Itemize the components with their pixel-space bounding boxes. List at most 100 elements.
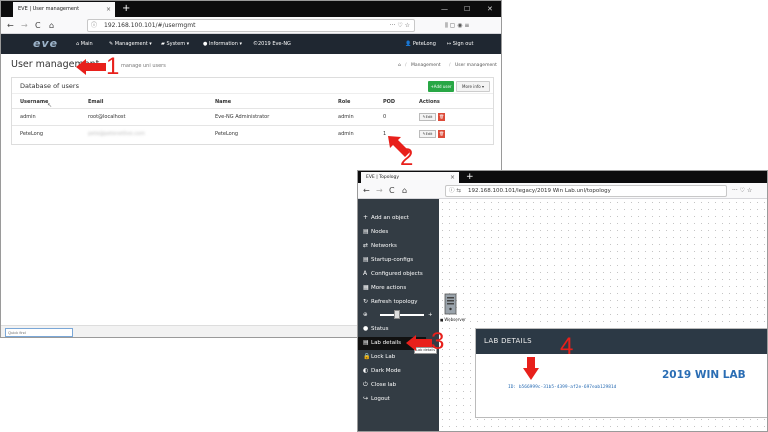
breadcrumb-separator: / (449, 63, 451, 68)
page-info-icon[interactable]: ⓘ ⇆ (449, 186, 461, 196)
users-panel: Database of users +Add user More info ▾ … (11, 77, 494, 145)
home-icon[interactable]: ⌂ (49, 17, 54, 34)
edit-button[interactable]: ✎Edit (419, 113, 436, 121)
server-node-icon[interactable] (444, 293, 457, 315)
page-title: User management (11, 59, 100, 70)
panel-header: Database of users +Add user More info ▾ (12, 78, 493, 94)
cell-role: admin (338, 114, 354, 120)
eve-logo[interactable]: eve (33, 36, 58, 51)
lab-details-header: LAB DETAILS (476, 329, 767, 354)
back-icon[interactable]: ← (7, 17, 14, 34)
sidebar-item-close-lab[interactable]: ⏻ Close lab (363, 379, 396, 391)
column-header-actions: Actions (419, 99, 440, 105)
nav-information[interactable]: ● Information ▾ (203, 34, 242, 54)
topology-window: EVE | Topology × + ← → C ⌂ ⓘ ⇆ 192.168.1… (357, 170, 768, 432)
tab-title: EVE | User management (18, 6, 80, 12)
sidebar-item-status[interactable]: ● Status (363, 323, 389, 335)
cell-name: Eve-NG Administrator (215, 114, 270, 120)
sidebar-item-add-object[interactable]: + Add an object (363, 212, 409, 224)
table-row: admin root@localhost Eve-NG Administrato… (12, 109, 493, 125)
url-text: 192.168.100.101/legacy/2019 Win Lab.unl/… (468, 188, 611, 194)
forward-icon[interactable]: → (376, 183, 383, 199)
plus-icon: + (363, 214, 369, 221)
nav-main[interactable]: ⌂ Main (76, 34, 93, 54)
page-info-icon[interactable]: ⓘ (91, 20, 97, 31)
delete-button[interactable]: 🗑 (438, 113, 445, 121)
page-actions-icon[interactable]: ··· ♡ ☆ (732, 183, 752, 199)
sidebar-item-logout[interactable]: ↪ Logout (363, 393, 390, 405)
nav-management[interactable]: ✎ Management ▾ (109, 34, 152, 54)
breadcrumb-home-icon[interactable]: ⌂ (398, 63, 401, 68)
nav-user[interactable]: 👤 PeteLong (405, 34, 436, 54)
tab-topology[interactable]: EVE | Topology × (361, 172, 459, 183)
new-tab-button[interactable]: + (122, 2, 130, 16)
delete-button[interactable]: 🗑 (438, 130, 445, 138)
logout-icon: ↪ (363, 395, 369, 402)
more-info-button[interactable]: More info ▾ (456, 81, 490, 92)
nodes-icon: ▤ (363, 228, 369, 235)
sidebar-item-nodes[interactable]: ▤ Nodes (363, 226, 388, 238)
forward-icon[interactable]: → (21, 17, 28, 34)
sidebar-item-lock-lab[interactable]: 🔒Lock Lab (363, 351, 395, 363)
add-user-button[interactable]: +Add user (428, 81, 454, 92)
table-row: PeteLong pete@petenetlive.com PeteLong a… (12, 126, 493, 142)
sidebar-item-lab-details[interactable]: ▤ Lab details (363, 337, 401, 349)
moon-icon: ◐ (363, 367, 369, 374)
tab-close-icon[interactable]: × (450, 172, 455, 183)
refresh-icon: ↻ (363, 298, 369, 305)
nav-signout[interactable]: ↦ Sign out (447, 34, 473, 54)
server-node-label[interactable]: ■ Webserver (440, 317, 466, 322)
grid-icon: ▦ (363, 284, 369, 291)
sidebar-item-more-actions[interactable]: ▦ More actions (363, 282, 406, 294)
user-icon: 👤 (405, 41, 413, 47)
nav-system[interactable]: ▰ System ▾ (161, 34, 189, 54)
lab-name: 2019 WIN LAB (662, 369, 746, 381)
tab-bar: EVE | Topology × + (358, 171, 767, 183)
cell-email: root@localhost (88, 114, 126, 120)
breadcrumb-management[interactable]: Management (411, 63, 441, 68)
page-actions-icon[interactable]: ··· ♡ ☆ (390, 20, 410, 31)
address-toolbar: ← → C ⌂ ⓘ 192.168.100.101/#/usermgmt ···… (1, 17, 501, 34)
column-header-email[interactable]: Email (88, 99, 103, 105)
cell-role: admin (338, 131, 354, 137)
edit-button[interactable]: ✎Edit (419, 130, 436, 138)
lab-id: ID: b566999c-31b5-4399-af2e-697eab12981d (508, 385, 617, 390)
zoom-slider-track[interactable] (380, 314, 424, 316)
sidebar-item-startup-configs[interactable]: ▤ Startup-configs (363, 254, 413, 266)
configs-icon: ▤ (363, 256, 369, 263)
new-tab-button[interactable]: + (466, 171, 474, 183)
maximize-icon[interactable]: ☐ (464, 3, 470, 15)
cell-pod: 0 (383, 114, 387, 120)
minimize-icon[interactable]: — (441, 3, 448, 15)
reload-icon[interactable]: C (389, 183, 395, 199)
back-icon[interactable]: ← (363, 183, 370, 199)
breadcrumb-current: User management (455, 63, 497, 68)
tab-close-icon[interactable]: × (106, 2, 111, 17)
close-window-icon[interactable]: ✕ (487, 3, 493, 15)
zoom-out-icon[interactable]: ⊕ (363, 309, 368, 321)
sidebar-item-dark-mode[interactable]: ◐ Dark Mode (363, 365, 401, 377)
tab-title: EVE | Topology (366, 175, 400, 180)
quick-find-input[interactable] (5, 328, 73, 337)
column-header-username[interactable]: Username (20, 99, 48, 105)
cell-name: PeteLong (215, 131, 239, 137)
tab-user-management[interactable]: EVE | User management × (13, 2, 115, 17)
cell-username: admin (20, 114, 36, 120)
cell-email-blurred: pete@petenetlive.com (88, 131, 145, 137)
sidebar-item-refresh-topology[interactable]: ↻ Refresh topology (363, 296, 418, 308)
cell-username: PeteLong (20, 131, 44, 137)
column-header-pod[interactable]: POD (383, 99, 395, 105)
url-field[interactable]: ⓘ 192.168.100.101/#/usermgmt ··· ♡ ☆ (87, 19, 415, 32)
details-icon: ▤ (363, 339, 369, 346)
zoom-in-icon[interactable]: + (428, 309, 433, 321)
zoom-slider-handle[interactable] (394, 310, 400, 319)
url-field[interactable]: ⓘ ⇆ 192.168.100.101/legacy/2019 Win Lab.… (445, 185, 727, 197)
reload-icon[interactable]: C (35, 17, 41, 34)
library-icons[interactable]: ⫼ ▢ ◉ ≡ (445, 17, 469, 34)
column-header-role[interactable]: Role (338, 99, 350, 105)
home-icon[interactable]: ⌂ (402, 183, 407, 199)
cell-pod: 1 (383, 131, 387, 137)
sidebar-item-networks[interactable]: ⇄ Networks (363, 240, 397, 252)
column-header-name[interactable]: Name (215, 99, 231, 105)
sidebar-item-configured-objects[interactable]: A Configured objects (363, 268, 423, 280)
